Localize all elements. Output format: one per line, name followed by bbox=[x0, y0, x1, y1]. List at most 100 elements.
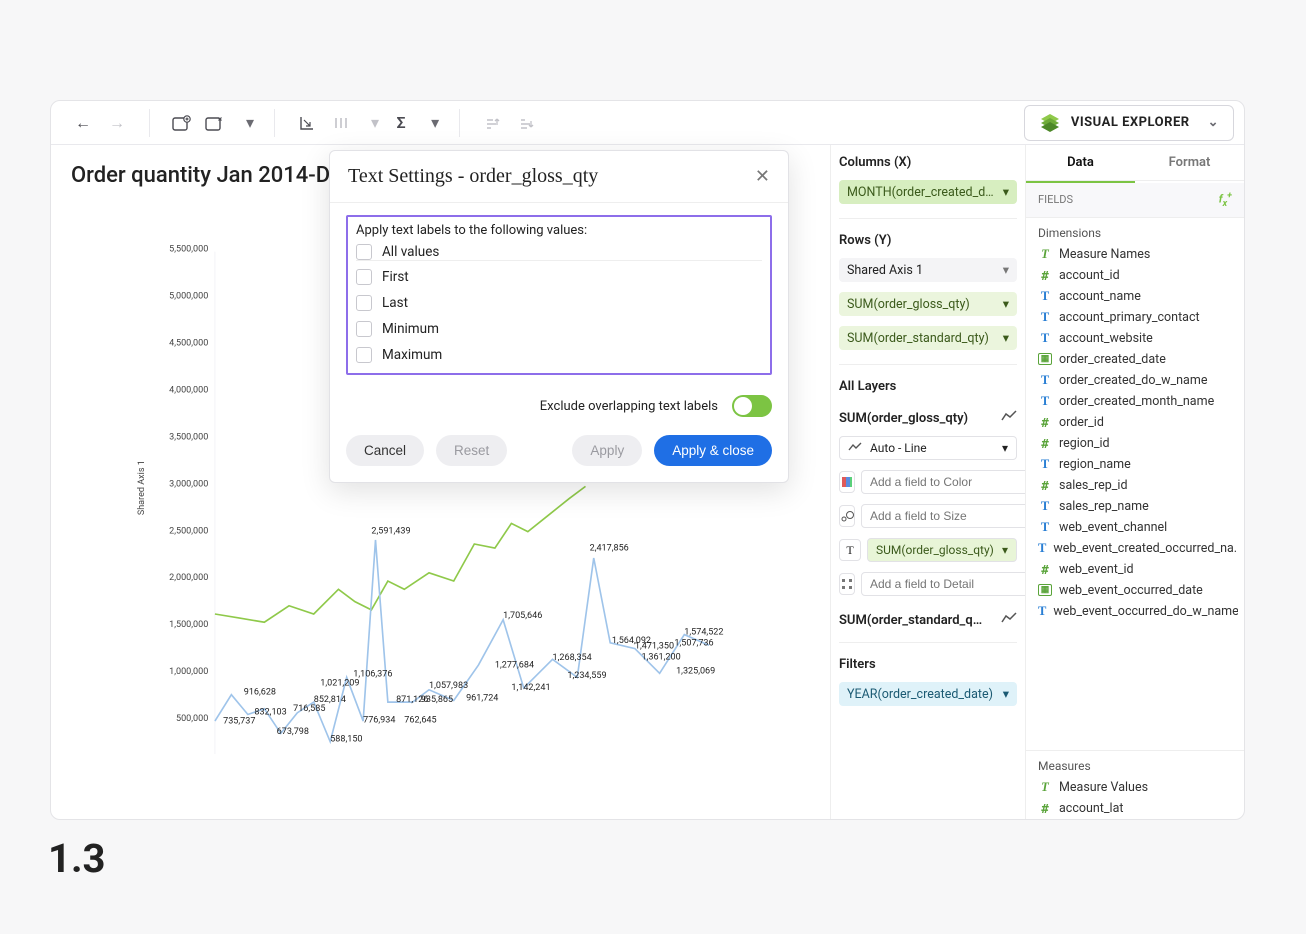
field-item[interactable]: TMeasure Values bbox=[1032, 777, 1238, 798]
add-page-icon[interactable] bbox=[170, 111, 194, 135]
filter-pill[interactable]: YEAR(order_created_date) ▾ bbox=[839, 682, 1017, 706]
chevron-down-icon[interactable]: ▾ bbox=[1002, 441, 1008, 455]
data-label: 935,865 bbox=[421, 695, 453, 705]
chevron-down-icon[interactable]: ⌄ bbox=[1208, 115, 1219, 130]
chevron-down-icon[interactable]: ▾ bbox=[371, 113, 379, 132]
data-label: 1,268,354 bbox=[553, 653, 592, 663]
columns-icon[interactable] bbox=[329, 111, 353, 135]
checkbox-row-last[interactable]: Last bbox=[356, 295, 762, 311]
color-field-input[interactable] bbox=[861, 470, 1026, 494]
field-name: sales_rep_name bbox=[1059, 499, 1149, 514]
chevron-down-icon[interactable]: ▾ bbox=[1003, 262, 1009, 278]
filters-label: Filters bbox=[839, 657, 1017, 672]
color-icon bbox=[839, 471, 855, 493]
remove-page-icon[interactable] bbox=[204, 111, 228, 135]
checkbox-icon[interactable] bbox=[356, 321, 372, 337]
field-name: order_created_do_w_name bbox=[1059, 373, 1207, 388]
number-type-icon: # bbox=[1038, 268, 1052, 283]
tab-format[interactable]: Format bbox=[1135, 145, 1244, 180]
checkbox-icon[interactable] bbox=[356, 244, 372, 260]
field-item[interactable]: Taccount_name bbox=[1032, 286, 1238, 307]
field-name: web_event_occurred_date bbox=[1059, 583, 1203, 598]
detail-shelf[interactable] bbox=[839, 572, 1017, 596]
field-item[interactable]: Tsales_rep_name bbox=[1032, 496, 1238, 517]
row-pill-gloss[interactable]: SUM(order_gloss_qty) ▾ bbox=[839, 292, 1017, 316]
text-type-icon: T bbox=[1038, 499, 1052, 514]
checkbox-row-first[interactable]: First bbox=[356, 269, 762, 285]
config-panel: Columns (X) MONTH(order_created_d… ▾ Row… bbox=[831, 145, 1026, 819]
field-item[interactable]: Tregion_name bbox=[1032, 454, 1238, 475]
line-chart-icon bbox=[848, 441, 862, 455]
field-item[interactable]: #order_id bbox=[1032, 412, 1238, 433]
chevron-down-icon[interactable]: ▾ bbox=[1002, 543, 1008, 557]
field-item[interactable]: Torder_created_month_name bbox=[1032, 391, 1238, 412]
checkbox-row-max[interactable]: Maximum bbox=[356, 347, 762, 363]
chevron-down-icon[interactable]: ▾ bbox=[246, 113, 254, 132]
detail-field-input[interactable] bbox=[861, 572, 1026, 596]
field-item[interactable]: Taccount_primary_contact bbox=[1032, 307, 1238, 328]
field-item[interactable]: #account_lat bbox=[1032, 798, 1238, 819]
apply-button[interactable]: Apply bbox=[572, 435, 642, 466]
field-name: web_event_occurred_do_w_name bbox=[1053, 604, 1238, 619]
size-shelf[interactable] bbox=[839, 504, 1017, 528]
columns-pill[interactable]: MONTH(order_created_d… ▾ bbox=[839, 180, 1017, 204]
number-type-icon: # bbox=[1038, 562, 1052, 577]
layer-standard-header[interactable]: SUM(order_standard_q… bbox=[839, 612, 1017, 628]
data-label: 735,737 bbox=[223, 717, 255, 727]
field-name: web_event_id bbox=[1059, 562, 1134, 577]
field-item[interactable]: #sales_rep_id bbox=[1032, 475, 1238, 496]
data-label: 776,934 bbox=[363, 716, 395, 726]
data-label: 1,277,684 bbox=[495, 661, 534, 671]
cancel-button[interactable]: Cancel bbox=[346, 435, 424, 466]
dimensions-list: TMeasure Names#account_idTaccount_nameTa… bbox=[1026, 244, 1244, 622]
tab-data[interactable]: Data bbox=[1026, 145, 1135, 180]
field-item[interactable]: Tweb_event_channel bbox=[1032, 517, 1238, 538]
text-type-icon: T bbox=[1038, 289, 1052, 304]
field-item[interactable]: ▦web_event_occurred_date bbox=[1032, 580, 1238, 601]
chevron-down-icon[interactable]: ▾ bbox=[1003, 296, 1009, 312]
exclude-overlap-toggle[interactable]: ✓ bbox=[732, 395, 772, 417]
fx-add-icon[interactable]: fx+ bbox=[1219, 191, 1232, 209]
size-field-input[interactable] bbox=[861, 504, 1026, 528]
field-item[interactable]: # web_event_id bbox=[1032, 559, 1238, 580]
field-item[interactable]: Torder_created_do_w_name bbox=[1032, 370, 1238, 391]
field-item[interactable]: #account_id bbox=[1032, 265, 1238, 286]
chevron-down-icon[interactable]: ▾ bbox=[1003, 184, 1009, 200]
field-item[interactable]: Tweb_event_created_occurred_na... bbox=[1032, 538, 1238, 559]
y-tick-label: 4,500,000 bbox=[169, 339, 208, 349]
apply-close-button[interactable]: Apply & close bbox=[654, 435, 772, 466]
shared-axis-row[interactable]: Shared Axis 1 ▾ bbox=[839, 258, 1017, 282]
field-item[interactable]: TMeasure Names bbox=[1032, 244, 1238, 265]
checkbox-row-all[interactable]: All values bbox=[356, 244, 762, 260]
data-label: 832,103 bbox=[254, 707, 286, 717]
all-layers-label: All Layers bbox=[839, 379, 1017, 394]
sigma-icon[interactable]: Σ bbox=[389, 111, 413, 135]
field-item[interactable]: Tweb_event_occurred_do_w_name bbox=[1032, 601, 1238, 622]
text-shelf-pill[interactable]: SUM(order_gloss_qty) ▾ bbox=[867, 538, 1017, 562]
layer-gloss-header[interactable]: SUM(order_gloss_qty) bbox=[839, 410, 1017, 426]
y-tick-label: 2,500,000 bbox=[169, 526, 208, 536]
chart-type-selector[interactable]: Auto - Line ▾ bbox=[839, 436, 1017, 460]
row-pill-standard[interactable]: SUM(order_standard_qty) ▾ bbox=[839, 326, 1017, 350]
checkbox-row-min[interactable]: Minimum bbox=[356, 321, 762, 337]
color-shelf[interactable] bbox=[839, 470, 1017, 494]
reset-button[interactable]: Reset bbox=[436, 435, 507, 466]
checkbox-icon[interactable] bbox=[356, 295, 372, 311]
back-icon[interactable]: ← bbox=[71, 111, 95, 135]
field-item[interactable]: #region_id bbox=[1032, 433, 1238, 454]
text-shelf[interactable]: T SUM(order_gloss_qty) ▾ bbox=[839, 538, 1017, 562]
swap-axes-icon[interactable] bbox=[295, 111, 319, 135]
chevron-down-icon[interactable]: ▾ bbox=[1003, 330, 1009, 346]
field-name: account_name bbox=[1059, 289, 1141, 304]
visual-explorer-button[interactable]: VISUAL EXPLORER ⌄ bbox=[1024, 105, 1234, 141]
close-icon[interactable]: ✕ bbox=[755, 166, 770, 187]
chevron-down-icon[interactable]: ▾ bbox=[1003, 686, 1009, 702]
chevron-down-icon[interactable]: ▾ bbox=[431, 113, 439, 132]
field-item[interactable]: ▦order_created_date bbox=[1032, 349, 1238, 370]
field-item[interactable]: Taccount_website bbox=[1032, 328, 1238, 349]
checkbox-icon[interactable] bbox=[356, 347, 372, 363]
checkbox-icon[interactable] bbox=[356, 269, 372, 285]
measures-label: Measures bbox=[1026, 751, 1244, 777]
data-label: 1,507,736 bbox=[674, 638, 713, 648]
field-name: account_lat bbox=[1059, 801, 1123, 816]
